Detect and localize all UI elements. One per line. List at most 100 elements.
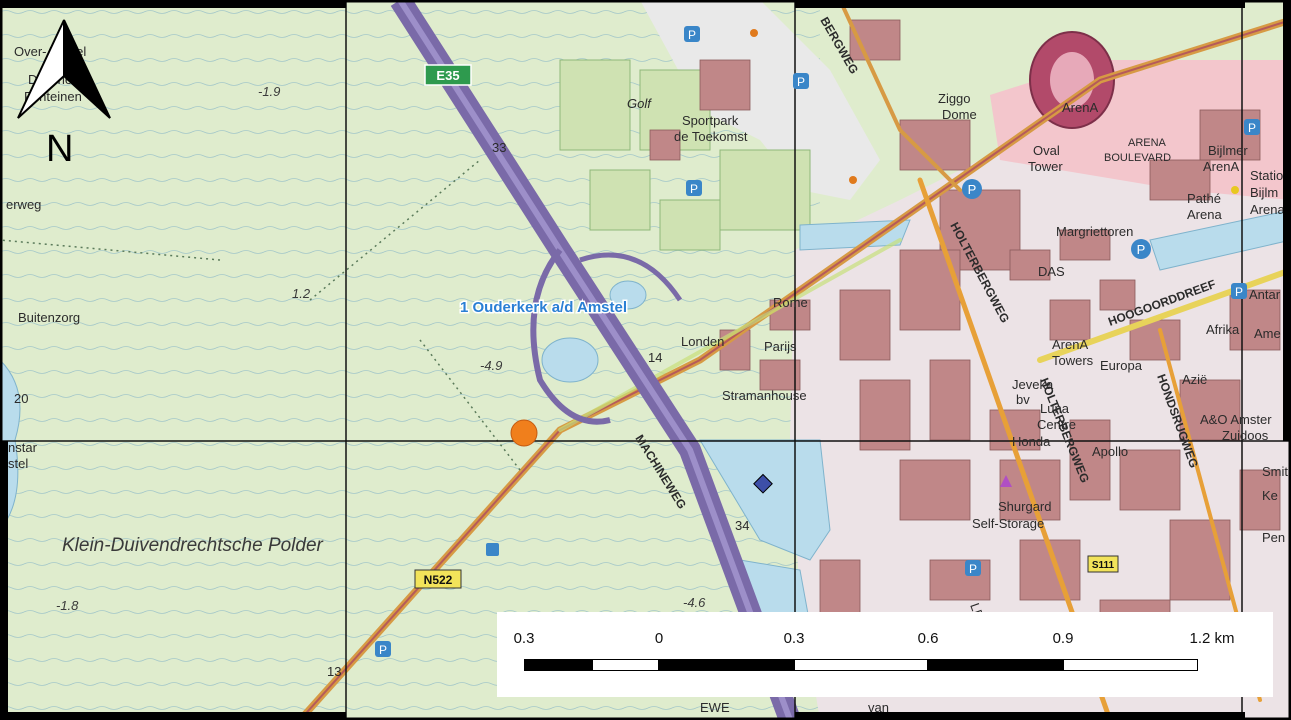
parking-icon: P — [686, 180, 702, 196]
place-label: 20 — [14, 391, 28, 406]
yellow-dot-icon — [1231, 186, 1239, 194]
parking-icon: P — [684, 26, 700, 42]
road-shield-n522: N522 — [414, 569, 462, 589]
place-label: Smit — [1262, 464, 1288, 479]
place-label: Londen — [681, 334, 724, 349]
place-label: Arena — [1187, 207, 1222, 222]
svg-text:P: P — [1235, 285, 1243, 299]
place-label: Golf — [627, 96, 652, 111]
scale-seg — [928, 659, 1063, 671]
place-label: nstar — [8, 440, 38, 455]
parking-icon: P — [962, 179, 982, 199]
svg-text:P: P — [688, 28, 696, 42]
parking-icon: P — [1231, 283, 1247, 299]
parking-icon: P — [965, 560, 981, 576]
place-label: Afrika — [1206, 322, 1240, 337]
place-label: Azië — [1182, 372, 1207, 387]
location-marker[interactable] — [510, 419, 538, 447]
scale-seg — [592, 659, 659, 671]
place-label: stel — [8, 456, 28, 471]
svg-text:P: P — [379, 643, 387, 657]
place-label: DAS — [1038, 264, 1065, 279]
scale-seg — [794, 659, 928, 671]
scale-tick-label: 0.6 — [917, 630, 939, 647]
place-label: ARENA — [1128, 137, 1167, 149]
place-label: Towers — [1052, 353, 1094, 368]
north-arrow-icon — [17, 19, 111, 119]
place-label: ArenA — [1062, 100, 1098, 115]
place-label: Zuidoos — [1222, 428, 1269, 443]
elevation-label: 1.2 — [292, 286, 311, 301]
parking-icon: P — [793, 73, 809, 89]
scale-tick-label: 0.3 — [513, 630, 535, 647]
place-label: Antar — [1249, 287, 1281, 302]
parking-icon: P — [1244, 119, 1260, 135]
place-label: Ke — [1262, 488, 1278, 503]
north-letter: N — [46, 128, 74, 170]
scale-bar: 0.3 0 0.3 0.6 0.9 1.2 km — [497, 612, 1273, 697]
scale-tick-label: 0.9 — [1052, 630, 1074, 647]
place-label: Bijlm — [1250, 185, 1278, 200]
scale-seg — [524, 659, 592, 671]
place-label: erweg — [6, 197, 41, 212]
place-label: Apollo — [1092, 444, 1128, 459]
road-shield-s111-label: S111 — [1092, 560, 1115, 571]
svg-text:P: P — [968, 182, 977, 197]
elevation-label: -1.8 — [56, 598, 79, 613]
place-label: EWE — [700, 700, 730, 715]
place-label: Oval — [1033, 143, 1060, 158]
km-marker: 33 — [492, 140, 506, 155]
place-label: Arena — [1250, 202, 1285, 217]
place-label: Bijlmer — [1208, 143, 1248, 158]
place-label: Dome — [942, 107, 977, 122]
place-label: Ame — [1254, 326, 1281, 341]
scale-tick-label: 1.2 km — [1189, 630, 1235, 647]
place-label: Shurgard — [998, 499, 1051, 514]
region-label: 1 Ouderkerk a/d Amstel — [460, 299, 627, 316]
road-shield-n522-label: N522 — [424, 573, 453, 587]
place-label: Rome — [773, 295, 808, 310]
polder-label: Klein-Duivendrechtsche Polder — [62, 535, 324, 556]
place-label: Pen — [1262, 530, 1285, 545]
road-shield-s111: S111 — [1087, 555, 1119, 573]
scale-tick-label: 0.3 — [783, 630, 805, 647]
place-label: A&O Amster — [1200, 412, 1272, 427]
km-marker: 14 — [648, 350, 662, 365]
parking-icon: P — [375, 641, 391, 657]
place-label: Stramanhouse — [722, 388, 807, 403]
scale-seg — [659, 659, 794, 671]
place-label: Honda — [1012, 434, 1051, 449]
svg-text:P: P — [1137, 242, 1146, 257]
place-label: ArenA — [1203, 159, 1239, 174]
bus-stop-icon[interactable] — [486, 543, 499, 556]
place-label: Tower — [1028, 159, 1063, 174]
svg-text:P: P — [1248, 121, 1256, 135]
km-marker: 34 — [735, 518, 749, 533]
place-label: Sportpark — [682, 113, 739, 128]
svg-text:P: P — [969, 562, 977, 576]
place-label: 13 — [327, 664, 341, 679]
parking-icon: P — [1131, 239, 1151, 259]
scale-tick-label: 0 — [654, 630, 664, 647]
road-shield-e35: E35 — [424, 64, 472, 86]
place-label: de Toekomst — [674, 129, 748, 144]
elevation-label: -4.9 — [480, 358, 502, 373]
place-label: BOULEVARD — [1104, 152, 1171, 164]
place-label: Pathé — [1187, 191, 1221, 206]
orange-dot-icon — [849, 176, 857, 184]
road-shield-e35-label: E35 — [436, 68, 459, 83]
elevation-label: -1.9 — [258, 84, 280, 99]
place-label: Ziggo — [938, 91, 971, 106]
place-label: Europa — [1100, 358, 1143, 373]
place-label: Self-Storage — [972, 516, 1044, 531]
place-label: Parijs — [764, 339, 797, 354]
svg-text:P: P — [690, 182, 698, 196]
place-label: Buitenzorg — [18, 310, 80, 325]
elevation-label: -4.6 — [683, 595, 706, 610]
place-label: ArenA — [1052, 337, 1088, 352]
place-label: bv — [1016, 392, 1030, 407]
scale-seg — [1063, 659, 1198, 671]
north-arrow: N — [12, 18, 116, 170]
orange-dot-icon — [750, 29, 758, 37]
map-frame[interactable]: P P P P P P P P P E35 N522 S111 Fonteine… — [0, 0, 1291, 720]
